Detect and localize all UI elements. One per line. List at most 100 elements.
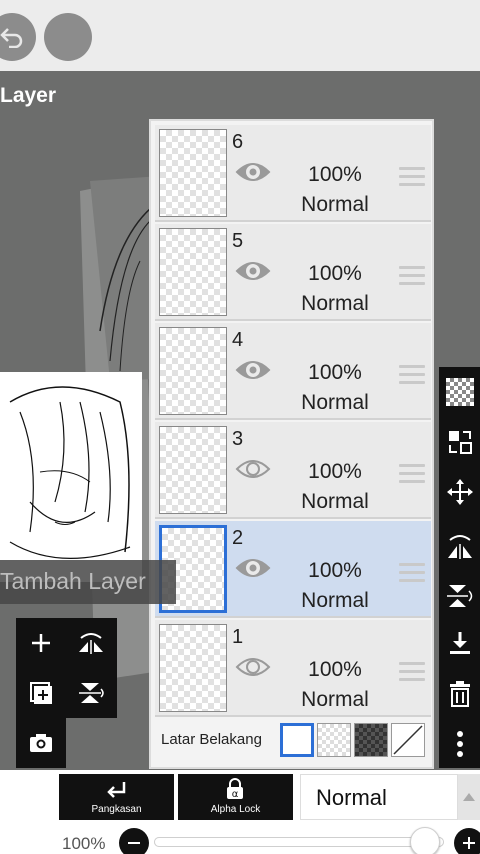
plus-icon bbox=[463, 837, 475, 849]
clipping-button[interactable]: Pangkasan bbox=[59, 774, 174, 820]
background-transparent-swatch[interactable] bbox=[317, 723, 351, 757]
bottom-bar: Pangkasan α Alpha Lock Normal 100% bbox=[0, 770, 480, 854]
layer-transfer-icon bbox=[448, 430, 472, 454]
rotate-flip-button[interactable] bbox=[74, 626, 108, 660]
minus-icon bbox=[128, 842, 140, 844]
layer-thumbnail[interactable] bbox=[159, 327, 227, 415]
layer-row[interactable]: 1 100% Normal bbox=[155, 620, 431, 717]
tooltip: Tambah Layer bbox=[0, 560, 176, 604]
layers-panel: 6 100% Normal 5 100% Normal 4 100% Normal 3 100% No… bbox=[149, 119, 434, 769]
layer-blend-mode: Normal bbox=[301, 193, 369, 216]
move-button[interactable] bbox=[443, 475, 476, 508]
layer-number: 1 bbox=[232, 626, 244, 648]
layer-blend-mode: Normal bbox=[301, 688, 369, 711]
add-layer-icon bbox=[32, 634, 50, 652]
drag-handle-icon[interactable] bbox=[399, 662, 425, 686]
layer-opacity: 100% bbox=[308, 559, 362, 582]
rotate-flip-icon bbox=[79, 633, 103, 654]
eye-icon bbox=[235, 262, 271, 280]
alpha-lock-button[interactable]: α Alpha Lock bbox=[178, 774, 293, 820]
eye-outline-icon bbox=[235, 460, 271, 478]
background-row: Latar Belakang bbox=[155, 717, 431, 763]
flip-horizontal-button[interactable] bbox=[443, 529, 476, 562]
layer-number: 4 bbox=[232, 329, 244, 351]
layer-thumbnail[interactable] bbox=[159, 129, 227, 217]
flip-horizontal-icon bbox=[447, 534, 472, 559]
layer-thumbnail[interactable] bbox=[159, 624, 227, 712]
eye-icon bbox=[235, 361, 271, 379]
drag-handle-icon[interactable] bbox=[399, 365, 425, 389]
duplicate-layer-icon bbox=[30, 682, 52, 704]
more-button[interactable] bbox=[443, 727, 476, 760]
blend-mode-dropdown-button[interactable] bbox=[458, 774, 480, 820]
background-white-swatch[interactable] bbox=[280, 723, 314, 757]
layer-opacity: 100% bbox=[308, 460, 362, 483]
opacity-decrease-button[interactable] bbox=[119, 828, 149, 854]
layer-number: 2 bbox=[232, 527, 244, 549]
back-button[interactable] bbox=[0, 13, 36, 61]
back-icon bbox=[0, 28, 23, 48]
page-title: Layer bbox=[0, 84, 57, 107]
layer-number: 3 bbox=[232, 428, 244, 450]
layer-row[interactable]: 4 100% Normal bbox=[155, 323, 431, 420]
layer-row[interactable]: 2 100% Normal bbox=[155, 521, 431, 618]
checker-button[interactable] bbox=[443, 375, 476, 408]
visibility-toggle[interactable] bbox=[235, 654, 271, 685]
layer-opacity: 100% bbox=[308, 262, 362, 285]
move-icon bbox=[446, 478, 473, 505]
add-layer-button[interactable] bbox=[24, 626, 58, 660]
none-slash-icon bbox=[393, 725, 423, 755]
visibility-toggle[interactable] bbox=[235, 258, 271, 289]
merge-down-icon bbox=[449, 631, 470, 654]
camera-button[interactable] bbox=[24, 726, 58, 760]
flip-vertical-icon bbox=[446, 584, 472, 607]
merge-button[interactable] bbox=[74, 676, 108, 710]
alpha-lock-label: Alpha Lock bbox=[210, 804, 261, 815]
opacity-slider[interactable] bbox=[154, 827, 444, 854]
layer-row[interactable]: 3 100% Normal bbox=[155, 422, 431, 519]
blend-mode-select[interactable]: Normal bbox=[300, 774, 458, 820]
layer-opacity: 100% bbox=[308, 361, 362, 384]
opacity-increase-button[interactable] bbox=[454, 828, 480, 854]
layer-blend-mode: Normal bbox=[301, 589, 369, 612]
opacity-slider-fill bbox=[154, 837, 444, 847]
eye-outline-icon bbox=[235, 658, 271, 676]
background-none-swatch[interactable] bbox=[391, 723, 425, 757]
clip-label: Pangkasan bbox=[91, 804, 142, 815]
merge-down-button[interactable] bbox=[443, 627, 476, 660]
layer-row[interactable]: 6 100% Normal bbox=[155, 125, 431, 222]
layer-opacity: 100% bbox=[308, 658, 362, 681]
canvas-preview-image bbox=[0, 372, 142, 582]
drag-handle-icon[interactable] bbox=[399, 563, 425, 587]
camera-icon bbox=[30, 734, 52, 752]
drag-handle-icon[interactable] bbox=[399, 464, 425, 488]
duplicate-layer-button[interactable] bbox=[24, 676, 58, 710]
clip-arrow-icon bbox=[107, 782, 126, 798]
flip-vertical-button[interactable] bbox=[443, 579, 476, 612]
visibility-toggle[interactable] bbox=[235, 555, 271, 586]
layer-transfer-button[interactable] bbox=[443, 425, 476, 458]
checker-icon bbox=[445, 377, 474, 406]
layer-blend-mode: Normal bbox=[301, 391, 369, 414]
menu-button[interactable] bbox=[44, 13, 92, 61]
background-dark-checker-swatch[interactable] bbox=[354, 723, 388, 757]
left-tool-palette-bottom bbox=[16, 718, 66, 768]
layer-number: 6 bbox=[232, 131, 244, 153]
layer-thumbnail[interactable] bbox=[159, 426, 227, 514]
eye-icon bbox=[235, 163, 271, 181]
opacity-slider-knob[interactable] bbox=[410, 827, 440, 854]
triangle-up-icon bbox=[463, 793, 475, 801]
layer-blend-mode: Normal bbox=[301, 292, 369, 315]
layer-thumbnail[interactable] bbox=[159, 228, 227, 316]
visibility-toggle[interactable] bbox=[235, 159, 271, 190]
layer-blend-mode: Normal bbox=[301, 490, 369, 513]
visibility-toggle[interactable] bbox=[235, 456, 271, 487]
drag-handle-icon[interactable] bbox=[399, 266, 425, 290]
layer-row[interactable]: 5 100% Normal bbox=[155, 224, 431, 321]
background-label: Latar Belakang bbox=[161, 731, 262, 748]
drag-handle-icon[interactable] bbox=[399, 167, 425, 191]
merge-icon bbox=[79, 683, 104, 703]
right-toolbar bbox=[439, 367, 480, 768]
visibility-toggle[interactable] bbox=[235, 357, 271, 388]
delete-layer-button[interactable] bbox=[443, 677, 476, 710]
